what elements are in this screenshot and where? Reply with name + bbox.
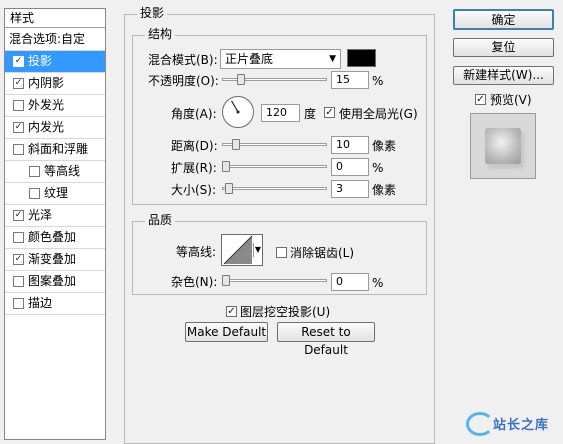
style-list-checkbox[interactable] xyxy=(13,100,24,111)
distance-label: 距离(D): xyxy=(171,139,218,153)
style-list-item[interactable]: 图案叠加 xyxy=(5,271,105,292)
noise-unit: % xyxy=(372,276,384,290)
style-list-label: 投影 xyxy=(28,54,53,68)
spread-input[interactable]: 0 xyxy=(331,158,369,176)
style-list-label: 纹理 xyxy=(44,186,69,200)
opacity-unit: % xyxy=(372,74,384,88)
style-list-header: 样式 xyxy=(5,9,105,28)
style-list-checkbox[interactable] xyxy=(29,188,40,199)
watermark-text: 站长之库 xyxy=(493,418,550,433)
style-list-label: 光泽 xyxy=(28,208,53,222)
style-list-item[interactable]: 描边 xyxy=(5,293,105,314)
style-list-checkbox[interactable]: ✓ xyxy=(13,122,24,133)
drop-shadow-title: 投影 xyxy=(137,6,168,20)
distance-slider-thumb[interactable] xyxy=(231,139,240,150)
style-list-item[interactable]: 等高线 xyxy=(5,161,105,182)
style-list-label: 内发光 xyxy=(28,120,65,134)
structure-title: 结构 xyxy=(145,27,176,41)
noise-label: 杂色(N): xyxy=(171,275,218,289)
style-list-item[interactable]: 外发光 xyxy=(5,95,105,116)
opacity-slider-thumb[interactable] xyxy=(236,74,245,85)
style-list-item[interactable]: ✓ 光泽 xyxy=(5,205,105,226)
style-list-label: 图案叠加 xyxy=(28,274,77,288)
spread-slider-thumb[interactable] xyxy=(222,161,230,172)
style-list-checkbox[interactable]: ✓ xyxy=(13,56,24,67)
chevron-down-icon: ▼ xyxy=(329,54,336,64)
global-light-checkbox[interactable]: ✓ xyxy=(324,107,335,118)
style-list-item[interactable]: ✓ 渐变叠加 xyxy=(5,249,105,270)
blend-mode-select[interactable]: 正片叠底 ▼ xyxy=(220,49,341,69)
angle-input[interactable]: 120 xyxy=(261,104,300,122)
knockout-label: 图层挖空投影(U) xyxy=(240,305,331,319)
size-label: 大小(S): xyxy=(171,183,217,197)
style-list-checkbox[interactable]: ✓ xyxy=(13,254,24,265)
style-list-item[interactable]: 颜色叠加 xyxy=(5,227,105,248)
global-light-label: 使用全局光(G) xyxy=(339,107,418,121)
quality-title: 品质 xyxy=(145,213,176,227)
style-list: 样式 混合选项:自定 ✓ 投影 ✓ 内阴影外发光 ✓ 内发光斜面和浮雕等高线纹理 ✓ 光泽颜色叠… xyxy=(4,8,106,440)
angle-unit: 度 xyxy=(304,107,317,121)
make-default-button[interactable]: Make Default xyxy=(185,322,268,342)
knockout-checkbox[interactable]: ✓ xyxy=(226,306,237,317)
opacity-input[interactable]: 15 xyxy=(331,71,369,89)
contour-picker[interactable]: ▼ xyxy=(221,234,263,266)
watermark-swirl-icon xyxy=(466,412,494,436)
style-list-label: 渐变叠加 xyxy=(28,252,77,266)
ok-button[interactable]: 确定 xyxy=(453,9,554,30)
opacity-label: 不透明度(O): xyxy=(148,74,219,88)
style-list-item[interactable]: 混合选项:自定 xyxy=(5,29,105,50)
style-list-label: 描边 xyxy=(28,296,53,310)
style-list-separator xyxy=(5,314,105,315)
reset-to-default-button[interactable]: Reset to Default xyxy=(277,322,375,357)
spread-slider-track[interactable] xyxy=(222,165,327,168)
anti-alias-label: 消除锯齿(L) xyxy=(290,246,355,260)
preview-label: 预览(V) xyxy=(490,93,532,107)
style-list-label: 斜面和浮雕 xyxy=(28,142,89,156)
size-slider-track[interactable] xyxy=(222,187,327,190)
style-list-checkbox[interactable] xyxy=(29,166,40,177)
style-list-checkbox[interactable]: ✓ xyxy=(13,210,24,221)
style-list-checkbox[interactable] xyxy=(13,276,24,287)
style-list-checkbox[interactable] xyxy=(13,232,24,243)
noise-input[interactable]: 0 xyxy=(331,273,369,291)
style-list-item[interactable]: ✓ 投影 xyxy=(5,51,105,72)
preview-swatch xyxy=(485,128,521,164)
watermark-logo: 站长之库 xyxy=(466,410,560,436)
anti-alias-checkbox[interactable] xyxy=(276,247,287,258)
style-list-item[interactable]: ✓ 内发光 xyxy=(5,117,105,138)
size-slider-thumb[interactable] xyxy=(224,183,233,194)
angle-dial[interactable] xyxy=(221,95,255,129)
new-style-button[interactable]: 新建样式(W)... xyxy=(453,66,554,85)
contour-label: 等高线: xyxy=(176,245,217,259)
style-list-label: 颜色叠加 xyxy=(28,230,77,244)
shadow-color-swatch[interactable] xyxy=(347,49,376,67)
reset-button[interactable]: 复位 xyxy=(453,38,554,57)
blend-mode-value: 正片叠底 xyxy=(225,52,274,66)
distance-input[interactable]: 10 xyxy=(331,136,369,154)
blend-mode-label: 混合模式(B): xyxy=(148,53,218,67)
style-list-label: 混合选项:自定 xyxy=(9,32,86,46)
size-unit: 像素 xyxy=(372,183,397,197)
style-list-item[interactable]: 纹理 xyxy=(5,183,105,204)
style-list-item[interactable]: 斜面和浮雕 xyxy=(5,139,105,160)
angle-label: 角度(A): xyxy=(171,107,217,121)
style-list-item[interactable]: ✓ 内阴影 xyxy=(5,73,105,94)
contour-dropdown-icon[interactable]: ▼ xyxy=(252,243,261,257)
preview-checkbox[interactable]: ✓ xyxy=(475,94,486,105)
size-input[interactable]: 3 xyxy=(331,180,369,198)
style-list-label: 外发光 xyxy=(28,98,65,112)
style-list-checkbox[interactable] xyxy=(13,298,24,309)
style-list-label: 内阴影 xyxy=(28,76,65,90)
style-list-checkbox[interactable] xyxy=(13,144,24,155)
spread-label: 扩展(R): xyxy=(171,161,217,175)
contour-curve-icon xyxy=(223,235,253,265)
noise-slider-track[interactable] xyxy=(222,279,327,282)
style-list-label: 等高线 xyxy=(44,164,81,178)
style-preview-thumbnail xyxy=(470,113,536,179)
spread-unit: % xyxy=(372,161,384,175)
noise-slider-thumb[interactable] xyxy=(222,275,230,286)
distance-unit: 像素 xyxy=(372,139,397,153)
style-list-checkbox[interactable]: ✓ xyxy=(13,78,24,89)
